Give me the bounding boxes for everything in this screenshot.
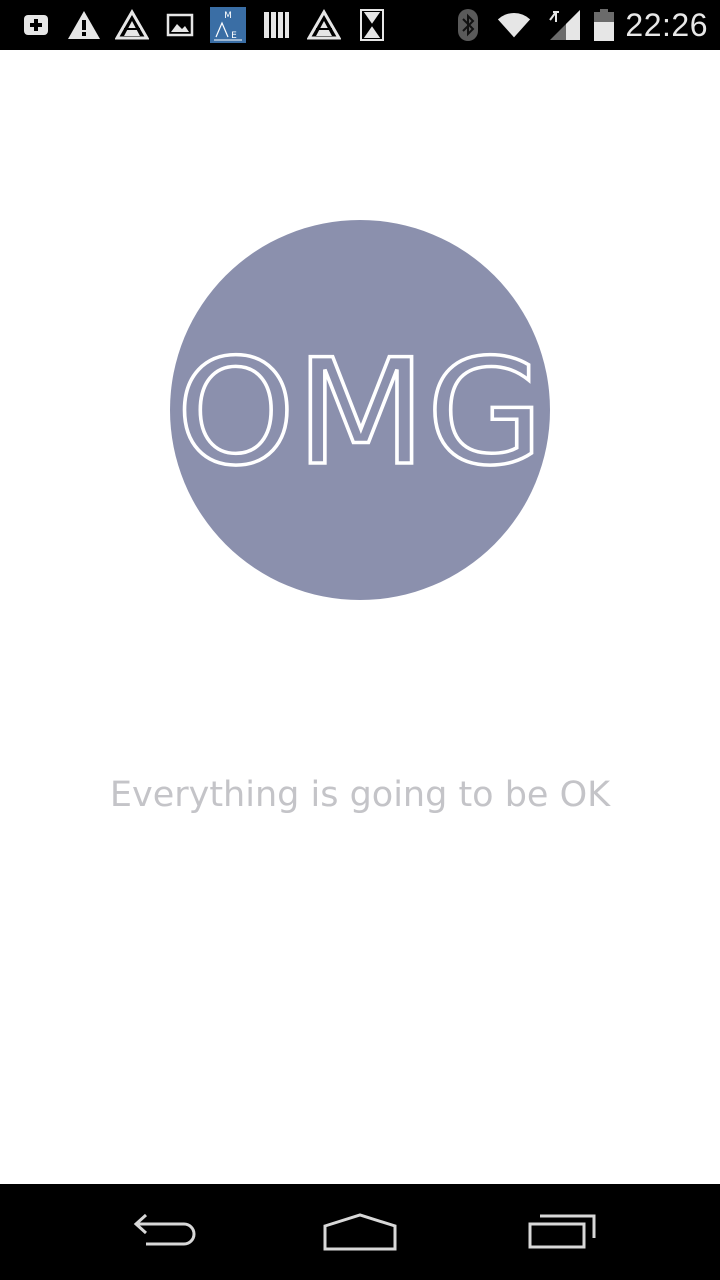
logo-text: OMG bbox=[176, 328, 544, 498]
recent-apps-button[interactable] bbox=[502, 1202, 622, 1262]
back-button[interactable] bbox=[100, 1202, 220, 1262]
navigation-bar bbox=[0, 1184, 720, 1280]
wifi-icon bbox=[496, 7, 532, 43]
signal-icon bbox=[546, 7, 582, 43]
main-content: OMG Everything is going to be OK bbox=[0, 50, 720, 1184]
hourglass-icon bbox=[354, 7, 390, 43]
app-triangle-icon bbox=[114, 7, 150, 43]
warning-icon bbox=[66, 7, 102, 43]
app-triangle-icon bbox=[306, 7, 342, 43]
status-time: 22:26 bbox=[625, 7, 708, 43]
back-icon bbox=[133, 1213, 196, 1246]
mae-app-icon: M E bbox=[210, 7, 246, 43]
image-icon bbox=[162, 7, 198, 43]
svg-text:M: M bbox=[224, 11, 232, 21]
logo: OMG bbox=[174, 326, 546, 500]
status-bar: M E 22:26 bbox=[0, 0, 720, 50]
home-icon bbox=[323, 1213, 397, 1251]
library-icon bbox=[258, 7, 294, 43]
bluetooth-icon bbox=[450, 7, 486, 43]
tagline: Everything is going to be OK bbox=[109, 775, 611, 815]
recent-apps-icon bbox=[528, 1214, 596, 1249]
screen: M E 22:26 OMG Everything is going to be … bbox=[0, 0, 720, 1280]
battery-icon bbox=[586, 7, 622, 43]
home-button[interactable] bbox=[300, 1202, 420, 1262]
add-icon bbox=[18, 7, 54, 43]
